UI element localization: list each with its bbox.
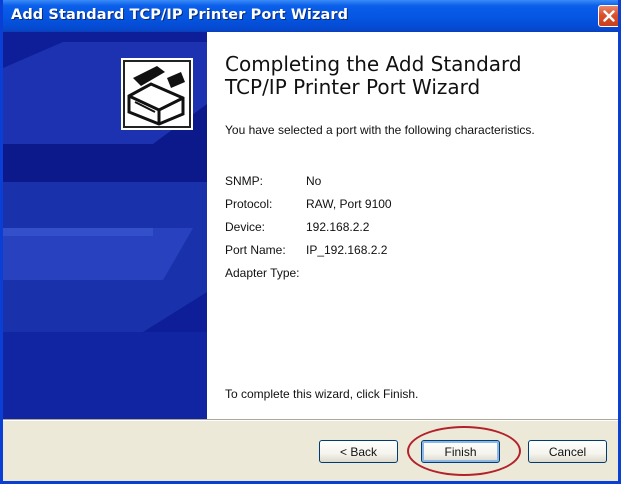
wizard-banner (3, 32, 207, 419)
snmp-label: SNMP: (225, 174, 264, 188)
snmp-value: No (306, 174, 322, 188)
heading-line-1: Completing the Add Standard (225, 52, 522, 76)
port-name-label: Port Name: (225, 243, 286, 257)
finish-instruction: To complete this wizard, click Finish. (225, 387, 419, 401)
wizard-content: Completing the Add Standard TCP/IP Print… (3, 32, 618, 419)
wizard-heading: Completing the Add Standard TCP/IP Print… (225, 53, 605, 99)
heading-line-2: TCP/IP Printer Port Wizard (225, 75, 481, 99)
device-label: Device: (225, 220, 266, 234)
cancel-button[interactable]: Cancel (528, 440, 607, 463)
intro-text: You have selected a port with the follow… (225, 123, 535, 137)
title-bar[interactable]: Add Standard TCP/IP Printer Port Wizard (3, 0, 618, 32)
protocol-label: Protocol: (225, 197, 273, 211)
window-title: Add Standard TCP/IP Printer Port Wizard (11, 7, 349, 23)
adapter-type-label: Adapter Type: (225, 266, 300, 280)
device-value: 192.168.2.2 (306, 220, 370, 234)
footer-separator (3, 419, 618, 421)
port-name-value: IP_192.168.2.2 (306, 243, 388, 257)
protocol-value: RAW, Port 9100 (306, 197, 392, 211)
printer-wizard-icon (121, 58, 193, 130)
close-button[interactable] (598, 5, 618, 27)
close-icon (603, 10, 615, 22)
wizard-window: Add Standard TCP/IP Printer Port Wizard (0, 0, 621, 484)
back-button[interactable]: < Back (319, 440, 398, 463)
finish-button[interactable]: Finish (421, 440, 500, 463)
